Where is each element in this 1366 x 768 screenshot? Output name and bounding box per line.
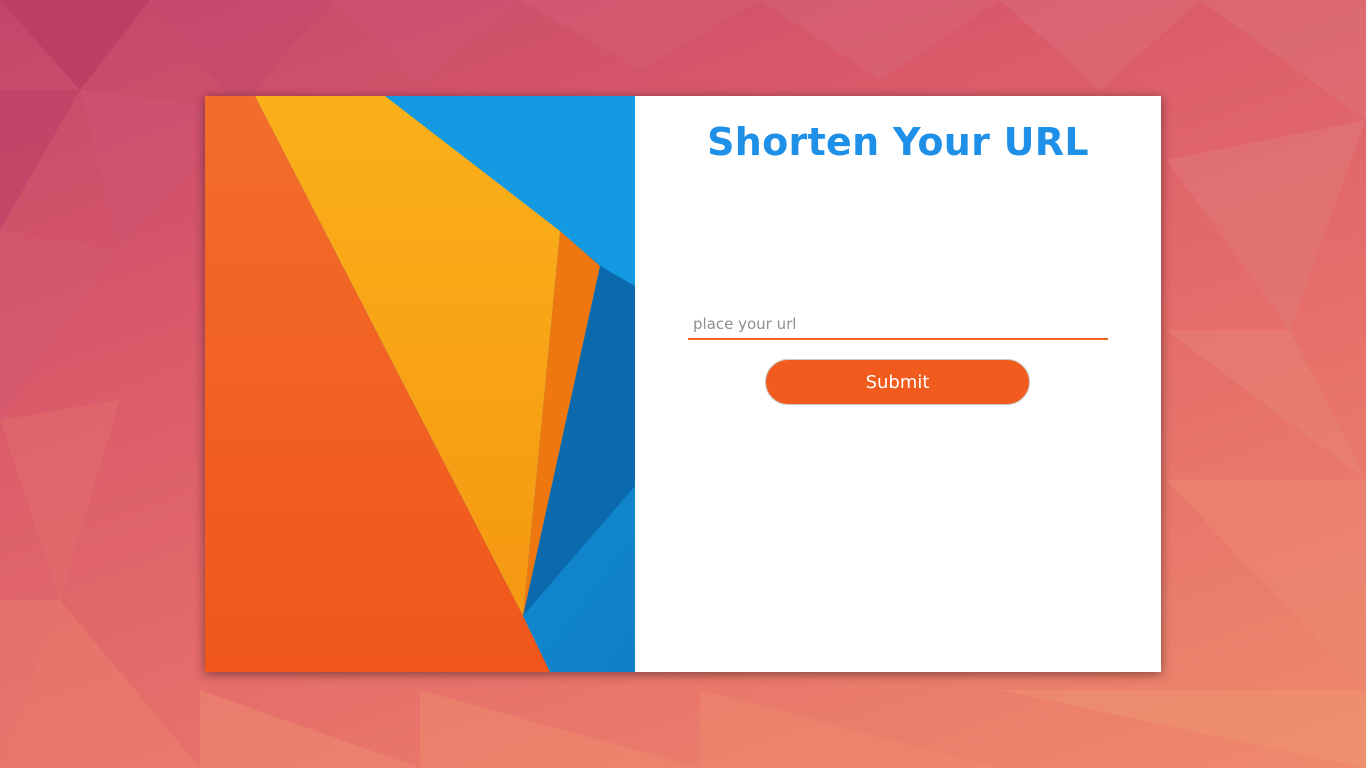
decorative-artwork	[205, 96, 635, 672]
url-input[interactable]	[688, 310, 1108, 340]
url-shortener-card: Shorten Your URL Submit	[205, 96, 1161, 672]
submit-button[interactable]: Submit	[765, 359, 1030, 405]
form-panel: Shorten Your URL Submit	[635, 96, 1161, 672]
page-title: Shorten Your URL	[707, 120, 1089, 164]
